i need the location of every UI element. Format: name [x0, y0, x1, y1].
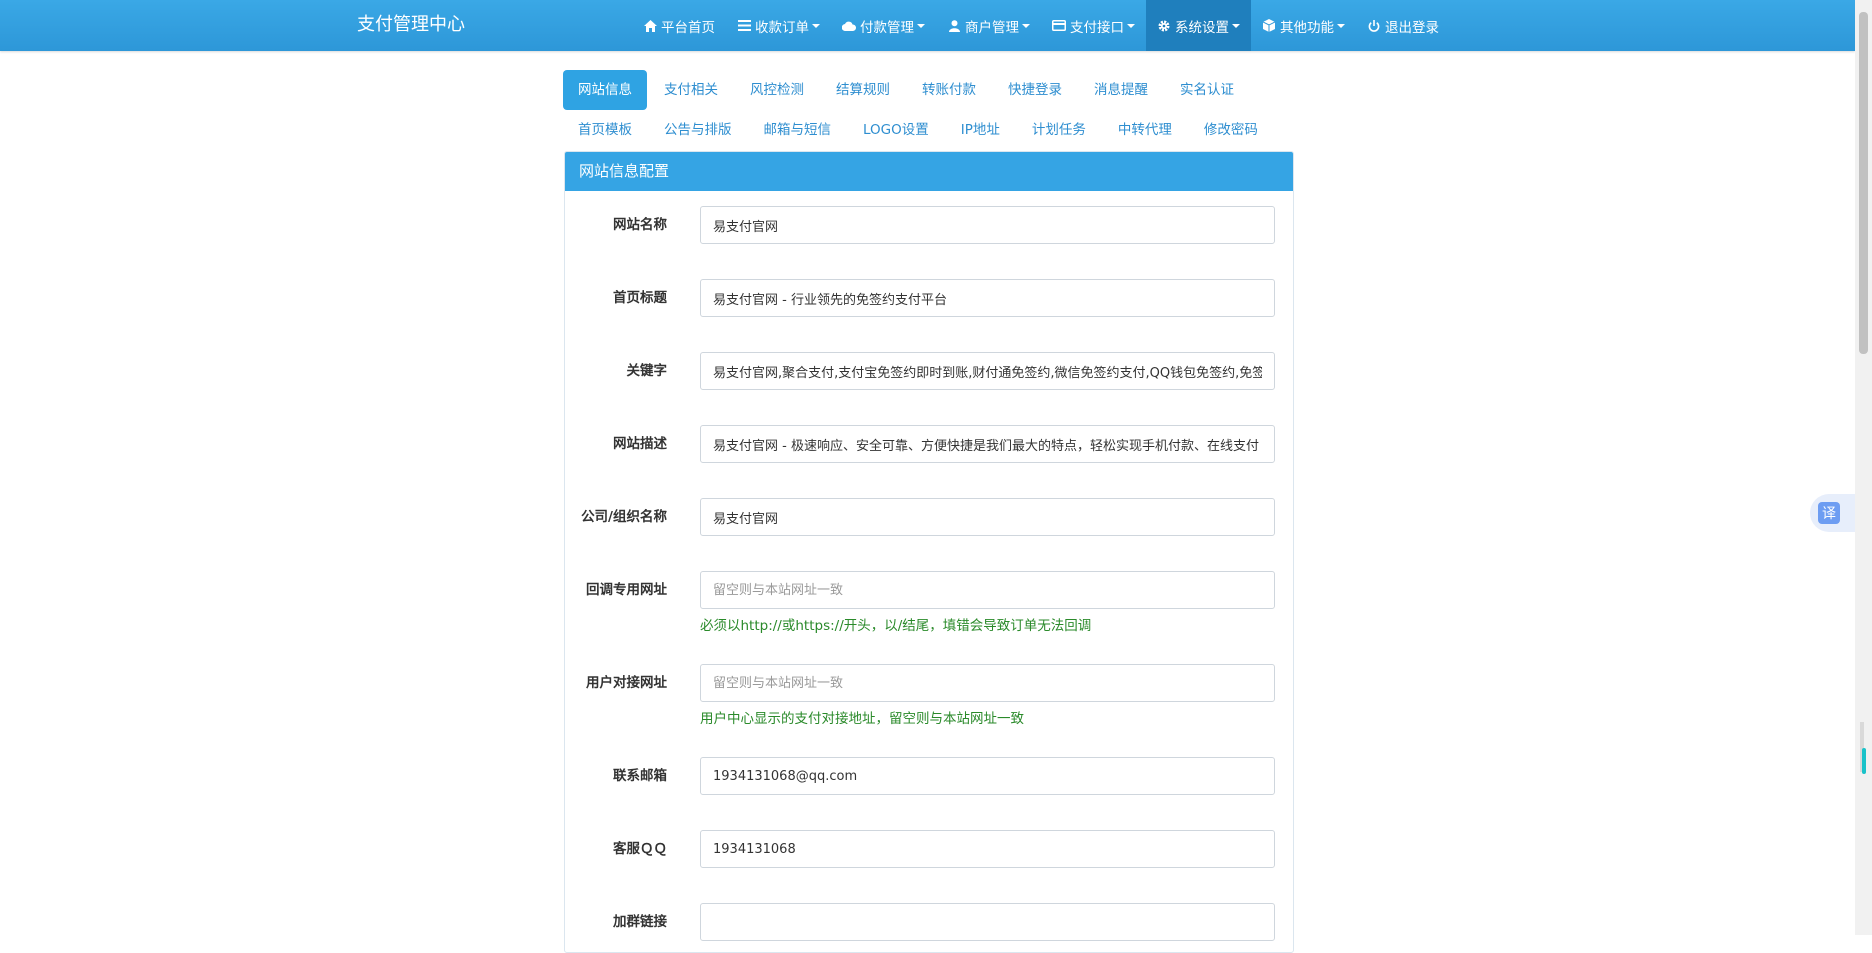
form-row-keywords: 关键字 [565, 352, 1293, 392]
user-api-url-input[interactable] [700, 664, 1275, 702]
power-icon [1367, 19, 1381, 33]
field-label: 公司/组织名称 [581, 509, 667, 525]
nav-item-system-settings[interactable]: 系统设置 [1146, 0, 1251, 51]
caret-down-icon [917, 23, 925, 28]
nav-item-label: 其他功能 [1280, 19, 1334, 36]
nav-item-merchants[interactable]: 商户管理 [936, 0, 1041, 51]
cloud-icon [842, 19, 856, 33]
tab-email-sms[interactable]: 邮箱与短信 [749, 113, 847, 147]
field-label: 网站描述 [613, 436, 667, 452]
support-qq-input[interactable] [700, 830, 1275, 868]
tab-payment[interactable]: 支付相关 [649, 70, 733, 110]
caret-down-icon [1232, 23, 1240, 28]
help-text: 用户中心显示的支付对接地址，留空则与本站网址一致 [700, 711, 1024, 727]
list-icon [737, 19, 751, 33]
tab-change-password[interactable]: 修改密码 [1189, 113, 1273, 147]
tab-risk-control[interactable]: 风控检测 [735, 70, 819, 110]
nav-item-home[interactable]: 平台首页 [632, 0, 726, 51]
form-row-user-api-url: 用户对接网址 用户中心显示的支付对接地址，留空则与本站网址一致 [565, 664, 1293, 727]
translate-icon: 译 [1818, 502, 1840, 524]
field-label: 首页标题 [613, 290, 667, 306]
form-row-home-title: 首页标题 [565, 279, 1293, 319]
tab-logo-settings[interactable]: LOGO设置 [848, 113, 944, 147]
nav-item-label: 支付接口 [1070, 19, 1124, 36]
nav-item-logout[interactable]: 退出登录 [1356, 0, 1450, 51]
nav-item-label: 收款订单 [755, 19, 809, 36]
nav-item-orders[interactable]: 收款订单 [726, 0, 831, 51]
tab-announcement-layout[interactable]: 公告与排版 [649, 113, 747, 147]
field-label: 关键字 [626, 363, 668, 379]
caret-down-icon [1022, 23, 1030, 28]
top-navbar: 支付管理中心 平台首页 收款订单 付款管理 商户管理 支付接口 系统设置 其他功… [0, 0, 1855, 51]
tab-relay-proxy[interactable]: 中转代理 [1103, 113, 1187, 147]
nav-item-label: 退出登录 [1385, 19, 1439, 36]
form-row-support-qq: 客服ＱＱ [565, 830, 1293, 870]
caret-down-icon [1127, 23, 1135, 28]
caret-down-icon [812, 23, 820, 28]
site-name-input[interactable] [700, 206, 1275, 244]
description-input[interactable] [700, 425, 1275, 463]
scroll-indicator [1862, 748, 1866, 774]
tab-site-info[interactable]: 网站信息 [563, 70, 647, 110]
form-row-description: 网站描述 [565, 425, 1293, 465]
panel-title: 网站信息配置 [565, 152, 1293, 191]
settings-tabs-row-1: 网站信息 支付相关 风控检测 结算规则 转账付款 快捷登录 消息提醒 实名认证 [563, 70, 1251, 110]
credit-card-icon [1052, 19, 1066, 33]
form-row-callback-url: 回调专用网址 必须以http://或https://开头，以/结尾，填错会导致订… [565, 571, 1293, 634]
org-name-input[interactable] [700, 498, 1275, 536]
home-icon [643, 19, 657, 33]
keywords-input[interactable] [700, 352, 1275, 390]
gear-icon [1157, 19, 1171, 33]
tab-quick-login[interactable]: 快捷登录 [993, 70, 1077, 110]
home-title-input[interactable] [700, 279, 1275, 317]
brand-title[interactable]: 支付管理中心 [357, 0, 465, 49]
nav-item-payouts[interactable]: 付款管理 [831, 0, 936, 51]
site-info-panel: 网站信息配置 网站名称 首页标题 关键字 网站描述 公司/组织名称 回调专用网址… [564, 151, 1294, 953]
field-label: 用户对接网址 [586, 675, 667, 691]
vertical-scrollbar[interactable] [1855, 0, 1872, 935]
nav-item-label: 付款管理 [860, 19, 914, 36]
form-row-group-link: 加群链接 [565, 903, 1293, 943]
nav-item-payment-interfaces[interactable]: 支付接口 [1041, 0, 1146, 51]
field-label: 加群链接 [613, 914, 667, 930]
nav-item-label: 商户管理 [965, 19, 1019, 36]
user-icon [947, 19, 961, 33]
settings-tabs-row-2: 首页模板 公告与排版 邮箱与短信 LOGO设置 IP地址 计划任务 中转代理 修… [563, 113, 1275, 147]
scrollbar-thumb[interactable] [1859, 12, 1868, 354]
help-text: 必须以http://或https://开头，以/结尾，填错会导致订单无法回调 [700, 618, 1092, 634]
field-label: 回调专用网址 [586, 582, 667, 598]
nav-item-label: 平台首页 [661, 19, 715, 36]
tab-settlement-rules[interactable]: 结算规则 [821, 70, 905, 110]
caret-down-icon [1337, 23, 1345, 28]
tab-transfer-payout[interactable]: 转账付款 [907, 70, 991, 110]
tab-ip-address[interactable]: IP地址 [946, 113, 1015, 147]
tab-real-name-auth[interactable]: 实名认证 [1165, 70, 1249, 110]
tab-notifications[interactable]: 消息提醒 [1079, 70, 1163, 110]
nav-item-label: 系统设置 [1175, 19, 1229, 36]
group-link-input[interactable] [700, 903, 1275, 941]
form-row-site-name: 网站名称 [565, 206, 1293, 246]
field-label: 联系邮箱 [613, 768, 667, 784]
field-label: 客服ＱＱ [613, 841, 667, 857]
callback-url-input[interactable] [700, 571, 1275, 609]
cube-icon [1262, 19, 1276, 33]
contact-email-input[interactable] [700, 757, 1275, 795]
tab-scheduled-tasks[interactable]: 计划任务 [1017, 113, 1101, 147]
tab-homepage-template[interactable]: 首页模板 [563, 113, 647, 147]
form-row-org-name: 公司/组织名称 [565, 498, 1293, 538]
form-row-contact-email: 联系邮箱 [565, 757, 1293, 797]
field-label: 网站名称 [613, 217, 667, 233]
nav-menu: 平台首页 收款订单 付款管理 商户管理 支付接口 系统设置 其他功能 退出登录 [632, 0, 1450, 51]
nav-item-other-functions[interactable]: 其他功能 [1251, 0, 1356, 51]
